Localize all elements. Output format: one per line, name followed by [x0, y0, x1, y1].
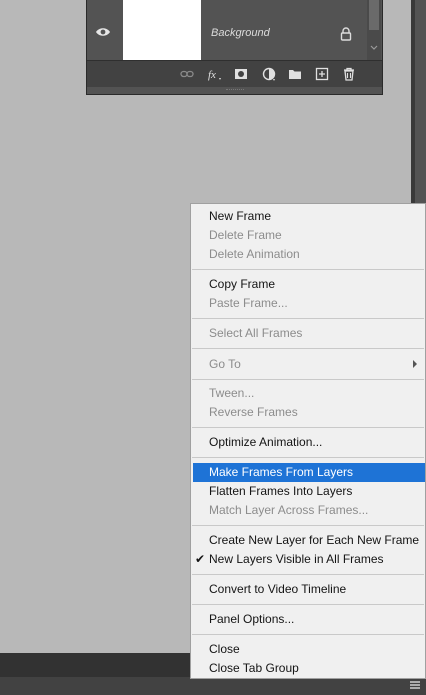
menu-item-make-frames-from-layers[interactable]: Make Frames From Layers — [193, 463, 425, 482]
menu-item-panel-options[interactable]: Panel Options... — [191, 610, 425, 629]
new-layer-icon[interactable] — [315, 67, 329, 81]
adjustment-layer-icon[interactable] — [262, 67, 276, 81]
menu-separator — [192, 604, 424, 605]
folder-icon[interactable] — [288, 67, 302, 81]
menu-item-tween: Tween... — [209, 386, 255, 400]
chevron-down-icon[interactable] — [370, 44, 378, 52]
menu-item-close-tab-group[interactable]: Close Tab Group — [191, 659, 425, 678]
trash-icon[interactable] — [342, 67, 356, 81]
menu-separator — [192, 318, 424, 319]
layer-mask-icon[interactable] — [234, 67, 248, 81]
menu-separator — [192, 574, 424, 575]
eye-visibility-icon[interactable] — [95, 26, 111, 38]
menu-item-match-layer-across-frames: Match Layer Across Frames... — [209, 503, 369, 517]
lock-icon[interactable] — [339, 27, 353, 41]
fx-icon[interactable]: fx — [207, 67, 223, 81]
checkmark-icon: ✔ — [195, 552, 206, 566]
submenu-arrow-icon — [413, 360, 417, 368]
menu-item-select-all-frames: Select All Frames — [209, 326, 303, 340]
menu-item-close[interactable]: Close — [191, 640, 425, 659]
menu-item-new-frame[interactable]: New Frame — [191, 207, 425, 226]
menu-item-go-to[interactable]: Go To — [191, 355, 425, 374]
timeline-context-menu: New Frame Delete Frame Delete Animation … — [190, 203, 426, 679]
menu-item-create-new-layer-each-frame[interactable]: Create New Layer for Each New Frame — [191, 531, 425, 550]
menu-separator — [192, 269, 424, 270]
layer-name[interactable]: Background — [211, 27, 270, 39]
menu-separator — [192, 457, 424, 458]
link-layers-icon[interactable] — [180, 67, 194, 81]
menu-item-optimize-animation[interactable]: Optimize Animation... — [191, 433, 425, 452]
menu-item-flatten-frames-into-layers[interactable]: Flatten Frames Into Layers — [191, 482, 425, 501]
svg-text:fx: fx — [208, 69, 216, 81]
menu-item-delete-frame: Delete Frame — [209, 228, 282, 242]
layers-toolbar: fx — [87, 60, 382, 87]
resize-grip[interactable] — [226, 89, 244, 92]
layer-row-background[interactable]: Background — [87, 0, 382, 60]
menu-separator — [192, 348, 424, 349]
layers-scrollbar[interactable] — [367, 0, 381, 60]
menu-separator — [192, 634, 424, 635]
menu-separator — [192, 525, 424, 526]
layers-panel: Background fx — [86, 0, 383, 95]
layer-thumbnail — [123, 0, 201, 60]
menu-separator — [192, 427, 424, 428]
scrollbar-thumb[interactable] — [369, 0, 379, 30]
menu-item-copy-frame[interactable]: Copy Frame — [191, 275, 425, 294]
menu-item-reverse-frames: Reverse Frames — [209, 405, 298, 419]
menu-item-paste-frame: Paste Frame... — [209, 296, 288, 310]
panel-menu-icon[interactable] — [409, 680, 421, 690]
menu-separator — [192, 379, 424, 380]
menu-item-new-layers-visible[interactable]: ✔ New Layers Visible in All Frames — [191, 550, 425, 569]
timeline-footer — [0, 677, 426, 695]
menu-item-convert-to-video-timeline[interactable]: Convert to Video Timeline — [191, 580, 425, 599]
menu-item-delete-animation: Delete Animation — [209, 247, 300, 261]
